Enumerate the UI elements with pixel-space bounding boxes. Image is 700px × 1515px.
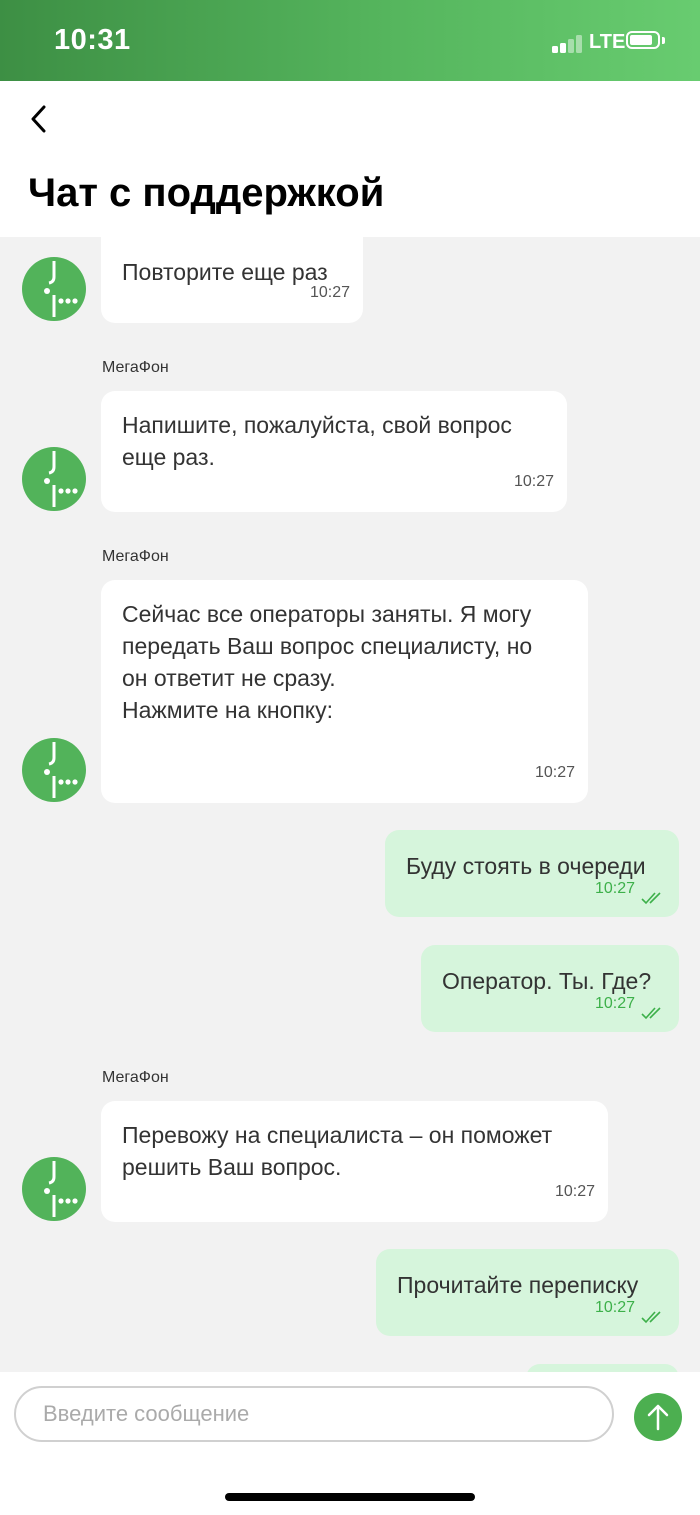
battery-icon xyxy=(626,31,666,51)
message-text: Напишите, пожалуйста, свой вопрос еще ра… xyxy=(122,412,512,470)
message-time: 10:27 xyxy=(594,995,635,1012)
status-time: 10:31 xyxy=(54,24,131,56)
message-text: Сейчас все операторы заняты. Я могу пере… xyxy=(122,601,533,723)
read-checkmark-icon xyxy=(641,1311,661,1324)
status-bar: 10:31 LTE xyxy=(0,0,700,81)
incoming-message: Напишите, пожалуйста, свой вопрос еще ра… xyxy=(101,391,567,512)
chat-header: Чат с поддержкой xyxy=(0,81,700,237)
message-text: Перевожу на специалиста – он поможет реш… xyxy=(122,1122,553,1180)
sender-name: МегаФон xyxy=(102,359,169,376)
sender-name: МегаФон xyxy=(102,1069,169,1086)
signal-strength-icon xyxy=(552,33,582,53)
read-checkmark-icon xyxy=(641,1007,661,1020)
incoming-message: Сейчас все операторы заняты. Я могу пере… xyxy=(101,580,588,803)
outgoing-message: Оператор. Ты. Где? 10:27 xyxy=(421,945,679,1032)
megafon-avatar-icon xyxy=(22,738,86,802)
megafon-avatar-icon xyxy=(22,447,86,511)
incoming-message: Повторите еще раз 10:27 xyxy=(101,232,363,323)
page-title: Чат с поддержкой xyxy=(28,171,385,215)
message-time: 10:27 xyxy=(594,1299,635,1316)
outgoing-message: Буду стоять в очереди 10:27 xyxy=(385,830,679,917)
megafon-avatar-icon xyxy=(22,257,86,321)
message-time: 10:27 xyxy=(513,473,554,490)
home-indicator xyxy=(225,1493,475,1501)
message-composer: Введите сообщение xyxy=(0,1372,700,1515)
sender-name: МегаФон xyxy=(102,548,169,565)
arrow-up-icon xyxy=(647,1404,669,1431)
message-input-placeholder: Введите сообщение xyxy=(43,1401,250,1426)
outgoing-message: Прочитайте переписку 10:27 xyxy=(376,1249,679,1336)
message-time: 10:27 xyxy=(534,764,575,781)
message-time: 10:27 xyxy=(309,284,350,301)
message-input[interactable]: Введите сообщение xyxy=(14,1386,614,1442)
send-button[interactable] xyxy=(634,1393,682,1441)
message-time: 10:27 xyxy=(594,880,635,897)
network-type: LTE xyxy=(589,31,626,53)
message-time: 10:27 xyxy=(554,1183,595,1200)
chevron-left-icon xyxy=(31,105,46,133)
incoming-message: Перевожу на специалиста – он поможет реш… xyxy=(101,1101,608,1222)
read-checkmark-icon xyxy=(641,892,661,905)
megafon-avatar-icon xyxy=(22,1157,86,1221)
back-button[interactable] xyxy=(20,99,56,139)
